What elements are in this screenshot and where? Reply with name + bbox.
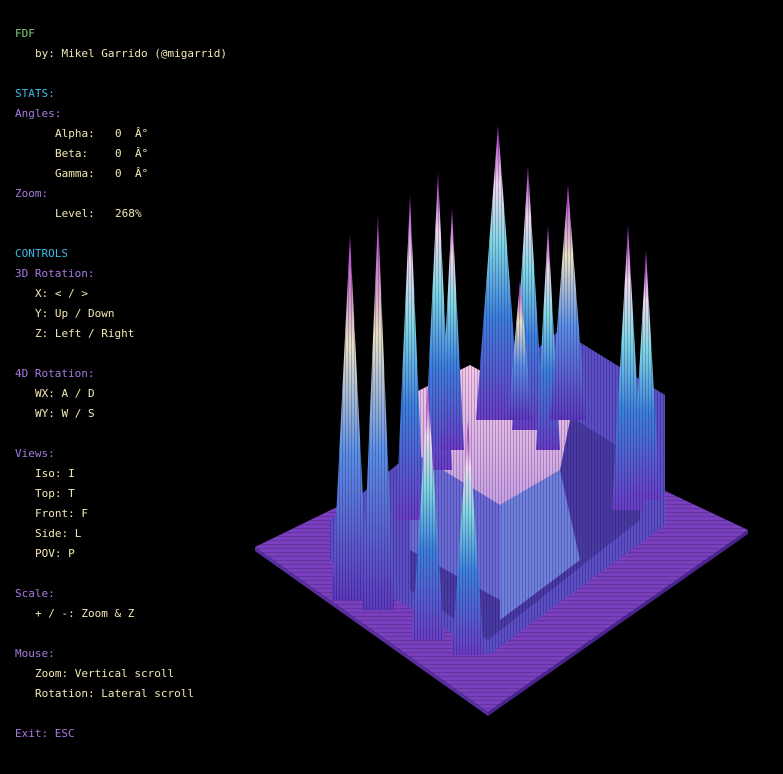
spire-hatch-11 [550, 185, 586, 420]
wireframe-viewport[interactable] [0, 0, 783, 774]
spire-hatch-3 [396, 195, 424, 520]
spire-hatch-1 [332, 235, 368, 600]
spire-hatch-2 [362, 215, 394, 610]
